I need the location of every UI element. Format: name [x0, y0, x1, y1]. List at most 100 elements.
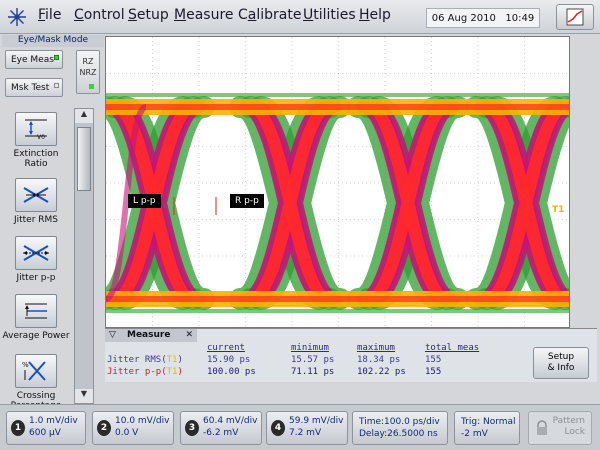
msk-test-led-icon [54, 83, 59, 88]
jitter-pp-icon [23, 245, 49, 261]
toolbox-scrollbar[interactable]: ▲ ▼ [74, 108, 94, 404]
status-bar: 1 1.0 mV/div 600 µV 2 10.0 mV/div 0.0 V … [0, 404, 600, 450]
measurement-toolbox: V0 Extinction Ratio Jitter RMS Jitter p-… [2, 108, 70, 404]
extinction-ratio-button[interactable]: V0 Extinction Ratio [2, 112, 70, 169]
menu-measure[interactable]: Measure [174, 7, 234, 23]
meas-maximum: 102.22 ps [357, 367, 406, 377]
scroll-thumb[interactable] [77, 127, 91, 191]
msk-test-button[interactable]: Msk Test [5, 78, 63, 97]
measure-table: current minimum maximum total meas Jitte… [105, 342, 493, 378]
meas-minimum: 15.57 ps [291, 355, 335, 365]
table-row[interactable]: Jitter p-p(T1) 100.00 ps 71.11 ps 102.22… [105, 366, 493, 378]
meas-minimum: 71.11 ps [291, 367, 335, 377]
channel-4-scale: 59.9 mV/div [289, 416, 344, 426]
channel-4-number: 4 [271, 420, 285, 436]
average-power-icon [25, 303, 47, 319]
trigger-level-marker: T1 [552, 205, 564, 215]
meas-name: Jitter p-p(T1) [107, 367, 183, 377]
eye-diagram-canvas [106, 37, 569, 327]
setup-info-button[interactable]: Setup & Info [533, 347, 589, 379]
channel-1-offset: 600 µV [29, 428, 61, 438]
header-total: total meas [425, 343, 480, 353]
jitter-pp-button[interactable]: Jitter p-p [2, 236, 70, 283]
menu-file-rest: ile [45, 7, 62, 23]
menu-bar: File Control Setup Measure Calibrate Uti… [0, 0, 600, 34]
meas-maximum: 18.34 ps [357, 355, 401, 365]
header-blank [105, 342, 205, 354]
nrz-led-icon [89, 84, 94, 89]
header-maximum: maximum [357, 343, 395, 353]
eye-meas-label: Eye Meas [11, 54, 54, 65]
pattern-lock-label-1: Pattern [552, 416, 585, 426]
right-pp-marker[interactable]: R p-p [230, 194, 264, 208]
crossing-percentage-button[interactable]: % Crossing Percentage [2, 354, 70, 404]
trigger-button[interactable]: Trig: Normal -2 mV [454, 411, 520, 445]
eye-meas-led-icon [54, 55, 59, 60]
pattern-lock-button[interactable]: Pattern Lock [528, 411, 592, 445]
trigger-level-text: T1 [552, 205, 565, 215]
meas-current: 100.00 ps [207, 367, 256, 377]
time-text: 10:49 [505, 12, 535, 24]
timebase-delay: Delay:26.5000 ns [359, 429, 438, 439]
eye-diagram-display[interactable]: L p-p R p-p [105, 36, 570, 328]
lower-rail-edge [106, 309, 569, 313]
average-power-button[interactable]: Average Power [2, 294, 70, 341]
msk-test-label: Msk Test [11, 82, 50, 93]
svg-text:%: % [22, 361, 29, 369]
jitter-rms-button[interactable]: Jitter RMS [2, 178, 70, 225]
channel-1-button[interactable]: 1 1.0 mV/div 600 µV [6, 411, 86, 445]
eye-meas-button[interactable]: Eye Meas [5, 50, 63, 69]
scroll-up-icon[interactable]: ▲ [75, 109, 93, 123]
menu-setup[interactable]: Setup [128, 7, 169, 23]
agilent-logo-icon [8, 8, 26, 26]
extinction-ratio-icon: V0 [25, 119, 47, 141]
collapse-chevron-icon[interactable]: ▽ [109, 329, 116, 342]
setup-info-label-1: Setup [547, 352, 575, 362]
nrz-label: NRZ [79, 68, 97, 77]
measure-tab-label: Measure [127, 330, 171, 340]
average-power-label: Average Power [2, 331, 70, 341]
timebase-scale: Time:100.0 ps/div [359, 417, 440, 427]
channel-3-scale: 60.4 mV/div [203, 416, 258, 426]
left-pp-marker[interactable]: L p-p [128, 194, 161, 208]
channel-2-offset: 0.0 V [115, 428, 139, 438]
channel-4-button[interactable]: 4 59.9 mV/div 7.2 mV [266, 411, 348, 445]
timebase-button[interactable]: Time:100.0 ps/div Delay:26.5000 ns [352, 411, 448, 445]
upper-rail-edge [106, 93, 569, 97]
measure-tab[interactable]: ▽ Measure ✕ [105, 329, 197, 342]
channel-2-scale: 10.0 mV/div [115, 416, 170, 426]
menu-utilities[interactable]: Utilities [303, 7, 356, 23]
right-pp-marker-label: R p-p [235, 196, 259, 206]
jitter-pp-label: Jitter p-p [16, 273, 56, 283]
table-row[interactable]: Jitter RMS(T1) 15.90 ps 15.57 ps 18.34 p… [105, 354, 493, 366]
menu-help[interactable]: Help [359, 7, 391, 23]
extinction-ratio-label: Extinction Ratio [13, 149, 59, 169]
channel-3-button[interactable]: 3 60.4 mV/div -6.2 mV [180, 411, 262, 445]
pattern-lock-label-2: Lock [564, 427, 585, 437]
lower-rail-core [106, 296, 569, 302]
autoscale-button[interactable] [556, 4, 594, 30]
header-current: current [207, 343, 245, 353]
channel-3-number: 3 [185, 420, 199, 436]
rz-nrz-toggle[interactable]: RZ NRZ [76, 50, 100, 94]
meas-name: Jitter RMS(T1) [107, 355, 183, 365]
measure-table-header: current minimum maximum total meas [105, 342, 493, 354]
date-text: 06 Aug 2010 [431, 12, 496, 24]
rz-label: RZ [82, 57, 94, 66]
datetime-display: 06 Aug 2010 10:49 [426, 8, 540, 28]
menu-file[interactable]: File [38, 7, 61, 23]
header-minimum: minimum [291, 343, 329, 353]
channel-2-button[interactable]: 2 10.0 mV/div 0.0 V [92, 411, 174, 445]
menu-calibrate[interactable]: Calibrate [238, 7, 301, 23]
menu-control[interactable]: Control [74, 7, 125, 23]
close-icon[interactable]: ✕ [185, 329, 193, 342]
mode-label: Eye/Mask Mode [2, 35, 104, 47]
scroll-down-icon[interactable]: ▼ [75, 389, 93, 403]
meas-total: 155 [425, 355, 442, 365]
jitter-rms-icon [23, 187, 49, 203]
channel-2-number: 2 [97, 420, 111, 436]
waveform-icon [566, 8, 584, 26]
meas-total: 155 [425, 367, 442, 377]
meas-current: 15.90 ps [207, 355, 251, 365]
channel-4-offset: 7.2 mV [289, 428, 322, 438]
